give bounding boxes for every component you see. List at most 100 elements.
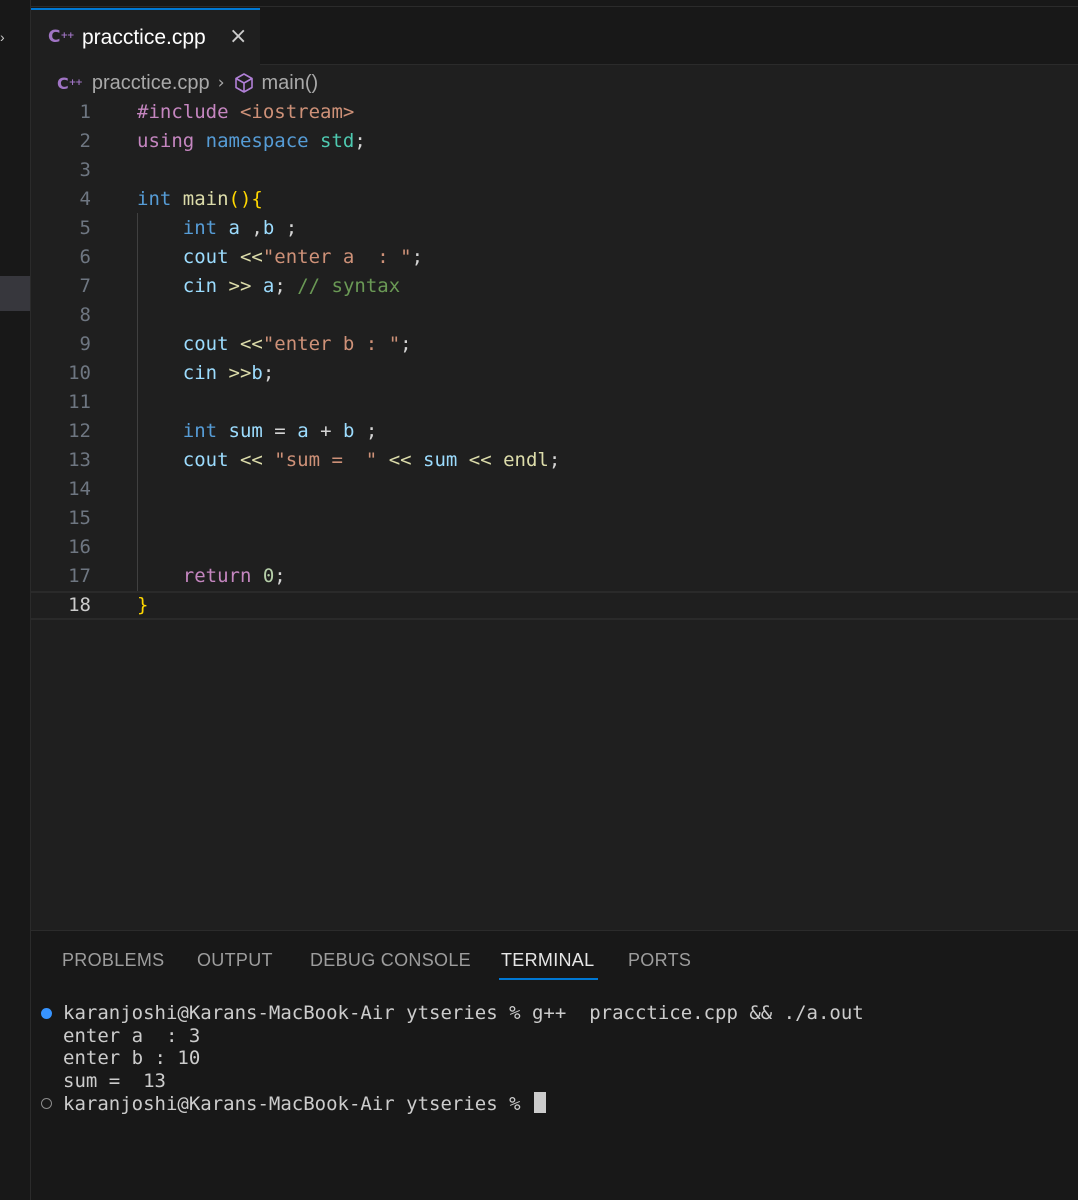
close-icon[interactable]: × xyxy=(229,24,247,49)
tab-output[interactable]: OUTPUT xyxy=(197,950,273,971)
code-token: int xyxy=(182,217,229,239)
code-token: a xyxy=(297,420,321,442)
code-token: = xyxy=(274,420,298,442)
code-line[interactable]: 14 xyxy=(31,475,1078,504)
code-line[interactable]: 18} xyxy=(31,591,1078,620)
code-token: endl xyxy=(503,449,549,471)
code-token: + xyxy=(320,420,343,442)
editor-tab-pracctice-cpp[interactable]: C++ pracctice.cpp × xyxy=(31,8,260,65)
terminal-line-text: enter b : 10 xyxy=(63,1047,201,1069)
command-pending-dot-icon[interactable] xyxy=(41,1098,52,1109)
code-token: 0 xyxy=(262,565,275,587)
code-line[interactable]: 1 #include <iostream> xyxy=(31,98,1078,127)
code-line[interactable]: 16 xyxy=(31,533,1078,562)
line-number: 9 xyxy=(79,333,91,355)
code-token: std xyxy=(320,130,355,152)
code-token: << xyxy=(468,449,504,471)
code-token: } xyxy=(137,594,149,616)
terminal-line-text: karanjoshi@Karans-MacBook-Air ytseries % xyxy=(63,1093,532,1115)
code-line[interactable]: 10 cin >>b; xyxy=(31,359,1078,388)
tab-ports[interactable]: PORTS xyxy=(628,950,691,971)
side-bar-strip: › xyxy=(0,0,31,1200)
line-number: 4 xyxy=(79,188,91,210)
terminal-line: enter b : 10 xyxy=(31,1047,1078,1070)
code-token: "sum = " xyxy=(274,449,378,471)
code-line[interactable]: 7 cin >> a; // syntax xyxy=(31,272,1078,301)
code-text: } xyxy=(137,593,148,618)
chevron-right-icon[interactable]: › xyxy=(0,29,5,45)
code-text: #include <iostream> xyxy=(137,98,354,127)
code-line[interactable]: 6 cout <<"enter a : "; xyxy=(31,243,1078,272)
terminal-line-text: karanjoshi@Karans-MacBook-Air ytseries %… xyxy=(63,1002,864,1024)
vscode-window: › C++ pracctice.cpp × C++ pracctice.cpp … xyxy=(0,0,1078,1200)
code-token: cout xyxy=(182,449,240,471)
terminal-text: enter b : 10 xyxy=(63,1047,200,1070)
code-token: ; xyxy=(365,420,378,442)
line-number: 15 xyxy=(68,507,91,529)
line-number: 8 xyxy=(79,304,91,326)
code-token: b xyxy=(262,217,286,239)
code-text: int a ,b ; xyxy=(137,214,297,243)
selected-explorer-row[interactable] xyxy=(0,276,30,311)
editor-tab-bar: C++ pracctice.cpp × xyxy=(31,0,1078,65)
code-token: ; xyxy=(400,333,412,355)
terminal-text: karanjoshi@Karans-MacBook-Air ytseries %… xyxy=(63,1002,864,1025)
code-text: int sum = a + b ; xyxy=(137,417,378,446)
code-token: sum xyxy=(423,449,469,471)
code-text: cout <<"enter a : "; xyxy=(137,243,423,272)
code-token: int xyxy=(137,188,183,210)
code-line[interactable]: 9 cout <<"enter b : "; xyxy=(31,330,1078,359)
tab-terminal[interactable]: TERMINAL xyxy=(498,950,599,980)
code-token: #include xyxy=(137,101,240,123)
chevron-right-icon: › xyxy=(217,73,225,93)
line-number: 2 xyxy=(79,130,91,152)
code-token: return xyxy=(182,565,263,587)
breadcrumb-file[interactable]: pracctice.cpp xyxy=(92,72,210,95)
tab-problems[interactable]: PROBLEMS xyxy=(62,950,164,971)
code-token: <iostream> xyxy=(239,101,355,123)
code-line[interactable]: 13 cout << "sum = " << sum << endl; xyxy=(31,446,1078,475)
code-line[interactable]: 4 int main(){ xyxy=(31,185,1078,214)
code-text: int main(){ xyxy=(137,185,263,214)
method-cube-icon xyxy=(234,73,253,93)
code-line[interactable]: 12 int sum = a + b ; xyxy=(31,417,1078,446)
code-token: int xyxy=(182,420,229,442)
code-token: ; xyxy=(285,217,298,239)
breadcrumb: C++ pracctice.cpp › main() xyxy=(57,70,318,96)
terminal-text: enter a : 3 xyxy=(63,1025,200,1048)
code-line[interactable]: 2 using namespace std; xyxy=(31,127,1078,156)
breadcrumb-symbol[interactable]: main() xyxy=(262,72,319,95)
tab-debug-console[interactable]: DEBUG CONSOLE xyxy=(310,950,471,971)
code-token: << xyxy=(239,449,275,471)
tab-title: pracctice.cpp xyxy=(82,26,206,49)
code-line[interactable]: 5 int a ,b ; xyxy=(31,214,1078,243)
cpp-file-icon: C++ xyxy=(57,73,83,93)
line-number: 12 xyxy=(68,420,91,442)
code-line[interactable]: 8 xyxy=(31,301,1078,330)
line-number: 3 xyxy=(79,159,91,181)
code-token: ; xyxy=(411,246,424,268)
command-success-dot-icon[interactable] xyxy=(41,1008,52,1019)
line-number: 11 xyxy=(68,391,91,413)
code-line[interactable]: 15 xyxy=(31,504,1078,533)
code-line[interactable]: 17 return 0; xyxy=(31,562,1078,591)
code-token: , xyxy=(251,217,263,239)
terminal-cursor xyxy=(534,1092,546,1113)
code-token: b xyxy=(342,420,366,442)
code-line[interactable]: 3 xyxy=(31,156,1078,185)
code-token: b xyxy=(251,362,263,384)
code-editor[interactable]: 1 #include <iostream> 2 using namespace std… xyxy=(31,98,1078,928)
code-text: using namespace std; xyxy=(137,127,366,156)
code-text: cin >>b; xyxy=(137,359,275,388)
code-token: "enter b : " xyxy=(262,333,401,355)
code-token: a xyxy=(262,275,275,297)
code-line[interactable]: 11 xyxy=(31,388,1078,417)
terminal-text: karanjoshi@Karans-MacBook-Air ytseries % xyxy=(63,1092,546,1116)
line-number: 6 xyxy=(79,246,91,268)
code-token: cout xyxy=(182,333,240,355)
code-token: cout xyxy=(182,246,240,268)
